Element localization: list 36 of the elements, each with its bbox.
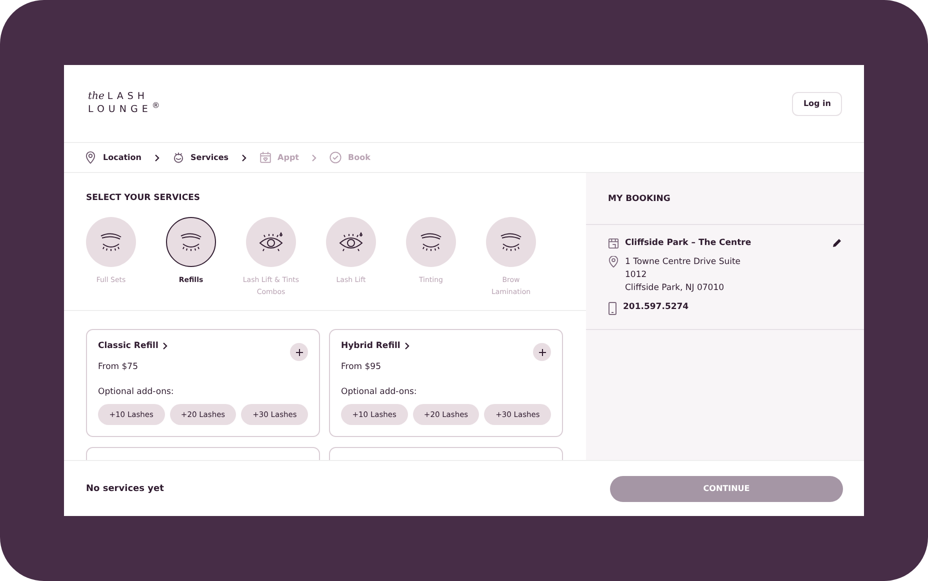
booking-title: MY BOOKING [608,194,670,204]
phone-number: 201.597.5274 [623,302,689,312]
check-circle-icon [329,151,342,164]
logo-text: LOUNGE$^{®}$ [88,102,164,116]
edit-icon[interactable] [832,238,842,248]
location-pin-icon [608,256,619,268]
service-name[interactable]: Hybrid Refill [341,341,410,351]
address-line: Cliffside Park, NJ 07010 [625,282,726,295]
plus-icon [538,348,546,356]
login-button[interactable]: Log in [792,92,842,116]
service-price: From $75 [98,362,139,372]
addons-label: Optional add-ons: [98,387,175,397]
chevron-icon [240,154,247,162]
logo-text: LASH [107,92,149,102]
addons-label: Optional add-ons: [341,387,418,397]
section-title: SELECT YOUR SERVICES [85,192,202,205]
chevron-icon [154,154,160,162]
chevron-icon [162,342,168,350]
service-price: From $95 [341,362,382,372]
location-pin-icon [84,151,97,164]
booking-summary: No services yet [86,484,164,494]
chevron-icon [311,154,317,162]
add-button[interactable] [533,343,551,361]
step-label[interactable]: Location [103,153,142,162]
address-line: 1012 [625,269,648,282]
phone-icon [608,302,617,315]
add-button[interactable] [290,343,308,361]
service-name[interactable]: Classic Refill [98,341,168,351]
chevron-icon [404,342,410,350]
step-label[interactable]: Services [190,153,229,162]
storefront-icon [608,238,619,249]
logo-script-text: the [88,92,104,102]
store-name: Cliffside Park – The Centre [625,238,752,248]
address-line: 1 Towne Centre Drive Suite [625,256,741,269]
calendar-icon [258,151,272,164]
plus-icon [296,348,302,356]
